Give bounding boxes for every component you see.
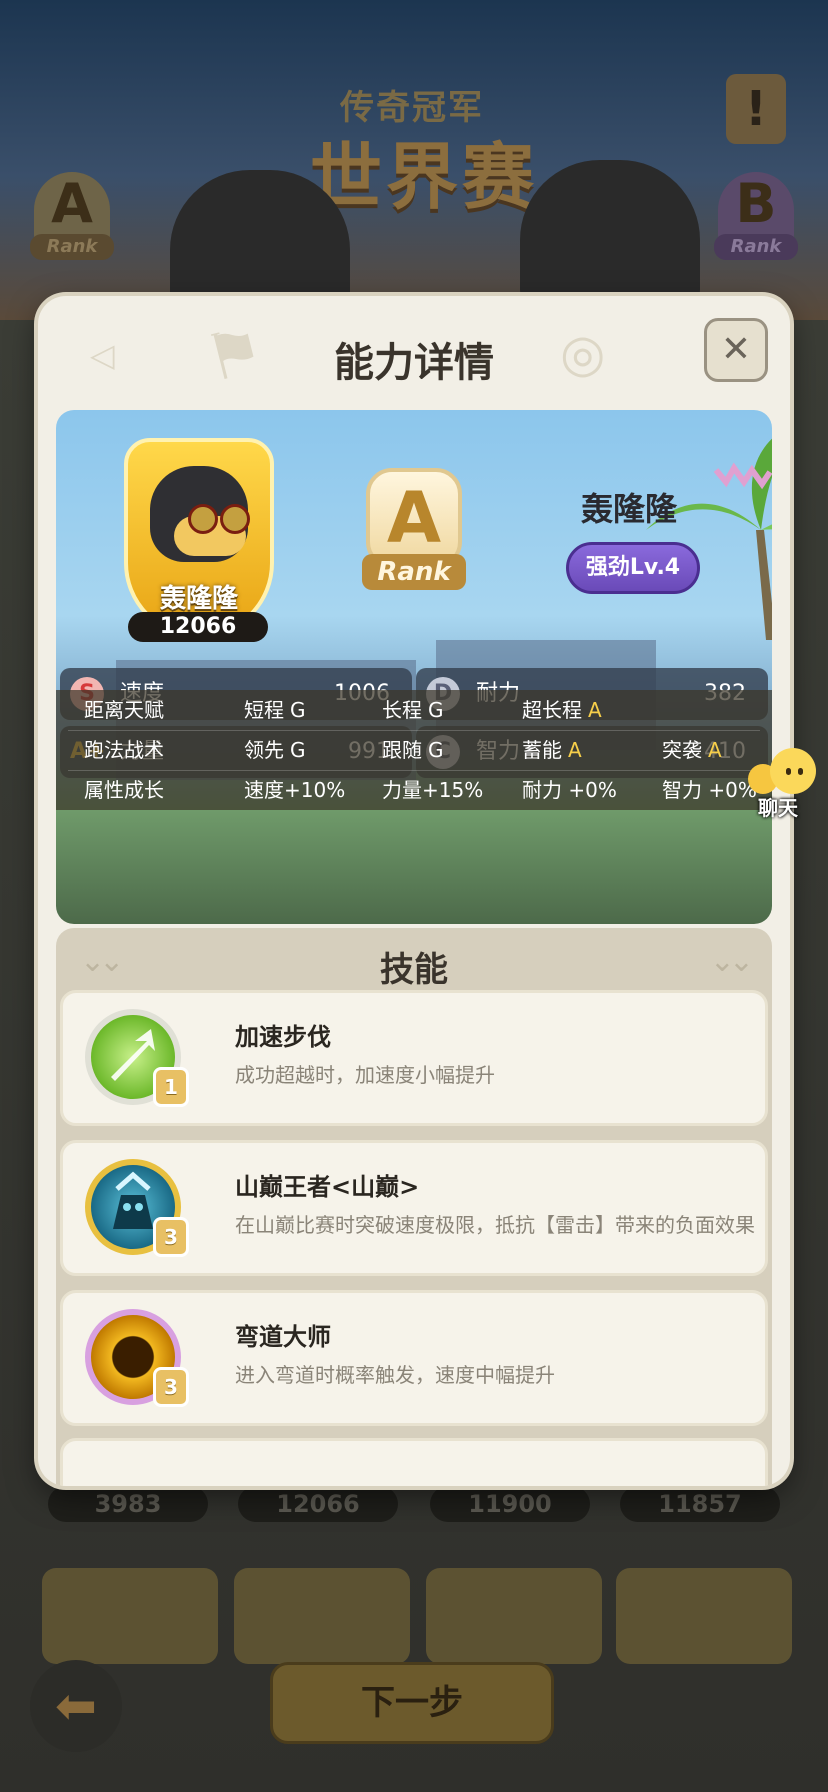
trait-row-distance: 距离天赋 短程 G 长程 G 超长程 A	[56, 690, 772, 730]
trait-row-growth: 属性成长 速度+10% 力量+15% 耐力 +0% 智力 +0%	[56, 770, 772, 810]
trait-grade: G	[428, 738, 444, 762]
chat-mascot-eye	[786, 768, 791, 775]
trait-name: 超长程	[522, 698, 582, 722]
skill-level-badge: 1	[153, 1067, 189, 1107]
skill-name: 弯道大师	[235, 1323, 331, 1351]
character-eye	[220, 504, 250, 534]
ability-details-modal: ◁ ⚑ ◎ 能力详情 ✕ 轰隆隆 12066 A Rank 轰隆隆 强劲Lv.4	[38, 296, 790, 1486]
bottom-card-3[interactable]	[426, 1568, 602, 1664]
close-icon: ✕	[720, 329, 752, 370]
trait-name: 耐力	[522, 778, 562, 802]
back-arrow-button[interactable]: ⬅	[30, 1660, 122, 1752]
right-rank-letter: B	[735, 172, 777, 235]
skill-name: 加速步伐	[235, 1023, 331, 1051]
trait-grade: G	[428, 698, 444, 722]
skill-item[interactable]: 1 加速步伐 成功超越时，加速度小幅提升	[60, 990, 768, 1126]
skill-item[interactable]: 3 山巅王者<山巅> 在山巅比赛时突破速度极限，抵抗【雷击】带来的负面效果	[60, 1140, 768, 1276]
trait-item: 耐力 +0%	[522, 770, 617, 810]
close-button[interactable]: ✕	[704, 318, 768, 382]
trait-name: 速度	[244, 778, 284, 802]
rank-badge: A Rank	[362, 468, 466, 590]
trait-row-label: 跑法战术	[84, 738, 164, 762]
skill-description: 在山巅比赛时突破速度极限，抵抗【雷击】带来的负面效果	[235, 1213, 755, 1237]
skill-item[interactable]: 3 弯道大师 进入弯道时概率触发，速度中幅提升	[60, 1290, 768, 1426]
character-card-name: 轰隆隆	[159, 584, 238, 614]
trait-row-label: 距离天赋	[84, 698, 164, 722]
trait-item: 超长程 A	[522, 690, 602, 730]
trait-name: 蓄能	[522, 738, 562, 762]
trait-item: 短程 G	[244, 690, 306, 730]
trait-item: 长程 G	[382, 690, 444, 730]
trait-name: 力量	[382, 778, 422, 802]
character-name: 轰隆隆	[580, 490, 677, 528]
skill-name: 山巅王者<山巅>	[235, 1173, 420, 1201]
left-rank-badge: A Rank	[30, 172, 114, 260]
trait-item: 智力 +0%	[662, 770, 757, 810]
rules-book-icon[interactable]: !	[726, 74, 786, 144]
trait-item: 突袭 A	[662, 730, 722, 770]
trait-name: 跟随	[382, 738, 422, 762]
skill-level-badge: 3	[153, 1367, 189, 1407]
trait-grade: A	[588, 698, 602, 722]
bottom-score-3: 11900	[430, 1486, 590, 1522]
bottom-score-1: 3983	[48, 1486, 208, 1522]
right-mascot-silhouette	[520, 160, 700, 310]
trait-item: 领先 G	[244, 730, 306, 770]
bottom-card-4[interactable]	[616, 1568, 792, 1664]
trait-name: 长程	[382, 698, 422, 722]
trait-item: 速度+10%	[244, 770, 345, 810]
trait-row-tactics: 跑法战术 领先 G 跟随 G 蓄能 A 突袭 A	[56, 730, 772, 770]
trait-row-label: 属性成长	[84, 778, 164, 802]
skill-description: 进入弯道时概率触发，速度中幅提升	[235, 1363, 555, 1387]
trait-grade: G	[290, 698, 306, 722]
trait-name: 突袭	[662, 738, 702, 762]
character-score: 12066	[128, 612, 268, 642]
level-badge: 强劲Lv.4	[566, 542, 700, 594]
next-step-button[interactable]: 下一步	[270, 1662, 554, 1744]
event-title-main: 世界赛	[310, 135, 539, 219]
trait-grade: G	[290, 738, 306, 762]
trait-name: 领先	[244, 738, 284, 762]
chat-label: 聊天	[758, 796, 798, 820]
rank-label: Rank	[362, 554, 466, 590]
back-arrow-icon: ⬅	[55, 1677, 97, 1735]
character-eye	[188, 504, 218, 534]
modal-title: 能力详情	[334, 340, 494, 386]
left-rank-label: Rank	[30, 234, 114, 260]
skill-level-badge: 3	[153, 1217, 189, 1257]
trait-grade: +15%	[422, 778, 484, 802]
skill-item-partial[interactable]	[60, 1438, 768, 1486]
trait-item: 蓄能 A	[522, 730, 582, 770]
chat-button[interactable]: 聊天	[744, 744, 826, 824]
chat-mascot-icon	[770, 748, 816, 794]
trait-grade: +10%	[284, 778, 346, 802]
rank-letter: A	[366, 468, 462, 568]
chat-mascot-eye	[798, 768, 803, 775]
bottom-score-2: 12066	[238, 1486, 398, 1522]
trait-item: 跟随 G	[382, 730, 444, 770]
trait-grade: A	[708, 738, 722, 762]
trait-name: 智力	[662, 778, 702, 802]
trait-grade: +0%	[568, 778, 617, 802]
skill-description: 成功超越时，加速度小幅提升	[235, 1063, 495, 1087]
skills-panel[interactable]: ⌄⌄ ⌄⌄ 技能 1 加速步伐 成功超越时，加速度小幅提升 3 山巅王者<山巅>…	[56, 928, 772, 1486]
right-rank-badge: B Rank	[714, 172, 798, 260]
trait-item: 力量+15%	[382, 770, 483, 810]
character-banner: 轰隆隆 12066 A Rank 轰隆隆 强劲Lv.4 S 速度 1006 D …	[56, 410, 772, 924]
left-rank-letter: A	[51, 172, 93, 235]
traits-table: 距离天赋 短程 G 长程 G 超长程 A 跑法战术 领先 G 跟随 G 蓄能 A 突袭 A 属…	[56, 690, 772, 810]
trait-grade: A	[568, 738, 582, 762]
skills-title: 技能	[380, 950, 448, 990]
bottom-card-1[interactable]	[42, 1568, 218, 1664]
right-rank-label: Rank	[714, 234, 798, 260]
bottom-card-2[interactable]	[234, 1568, 410, 1664]
trait-name: 短程	[244, 698, 284, 722]
bottom-score-4: 11857	[620, 1486, 780, 1522]
